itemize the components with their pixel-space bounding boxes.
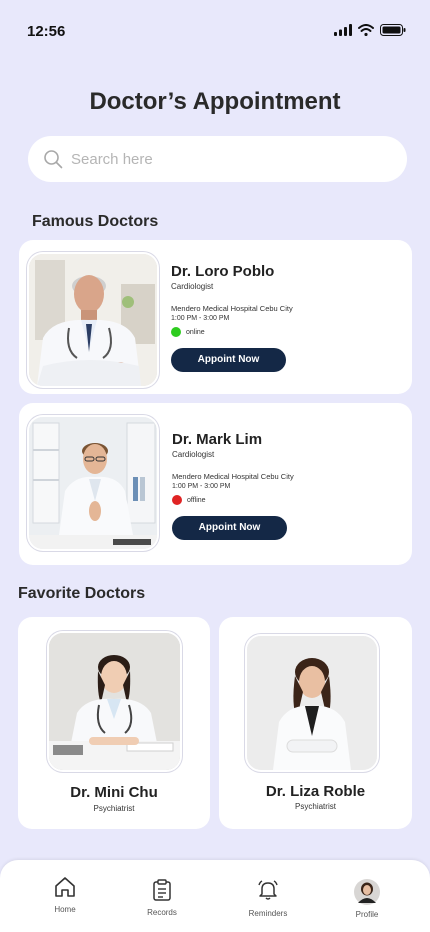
status-icons xyxy=(334,24,406,36)
doctor-hours: 1:00 PM - 3:00 PM xyxy=(171,315,230,322)
signal-icon xyxy=(334,24,352,36)
doctor-hospital: Mendero Medical Hospital Cebu City xyxy=(172,472,294,481)
search-bar[interactable] xyxy=(28,136,407,182)
wifi-icon xyxy=(358,24,374,36)
appoint-now-button[interactable]: Appoint Now xyxy=(172,516,287,540)
tab-label: Profile xyxy=(355,910,379,919)
favorite-doctors-heading: Favorite Doctors xyxy=(18,585,146,602)
status-bar: 12:56 xyxy=(0,0,430,60)
status-indicator: offline xyxy=(172,495,206,505)
doctor-specialty: Psychiatrist xyxy=(93,804,135,813)
tab-label: Home xyxy=(54,905,76,914)
doctor-specialty: Cardiologist xyxy=(171,282,214,291)
doctor-photo xyxy=(29,417,157,549)
doctor-specialty: Psychiatrist xyxy=(295,802,336,811)
tab-reminders[interactable]: Reminders xyxy=(228,860,308,932)
doctor-name: Dr. Loro Poblo xyxy=(171,263,275,280)
tab-records[interactable]: Records xyxy=(122,860,202,932)
doctor-specialty: Cardiologist xyxy=(172,450,215,459)
doctor-name: Dr. Liza Roble xyxy=(265,783,366,800)
doctor-photo xyxy=(247,636,377,770)
doctor-card[interactable]: Dr. Loro Poblo Cardiologist Mendero Medi… xyxy=(19,240,412,394)
offline-dot-icon xyxy=(172,495,182,505)
doctor-name: Dr. Mark Lim xyxy=(172,431,263,448)
page-title: Doctor’s Appointment xyxy=(89,88,341,115)
famous-doctors-heading: Famous Doctors xyxy=(32,213,159,230)
favorite-doctor-card[interactable]: Dr. Mini Chu Psychiatrist xyxy=(18,617,210,829)
status-text: online xyxy=(186,328,205,336)
avatar xyxy=(354,879,380,905)
tab-profile[interactable]: Profile xyxy=(327,860,407,932)
home-icon xyxy=(55,877,75,897)
doctor-hours: 1:00 PM - 3:00 PM xyxy=(172,483,231,490)
appoint-now-button[interactable]: Appoint Now xyxy=(171,348,286,372)
tab-label: Records xyxy=(147,908,177,917)
search-input[interactable] xyxy=(71,150,371,168)
status-indicator: online xyxy=(171,327,205,337)
doctor-photo xyxy=(29,254,157,386)
status-text: offline xyxy=(187,496,206,504)
doctor-name: Dr. Mini Chu xyxy=(70,784,158,801)
doctor-photo xyxy=(49,633,180,770)
status-time: 12:56 xyxy=(27,23,66,40)
battery-icon xyxy=(380,24,406,36)
favorite-doctor-card[interactable]: Dr. Liza Roble Psychiatrist xyxy=(219,617,412,829)
tab-home[interactable]: Home xyxy=(25,860,105,932)
tab-bar: Home Records Reminders Profile xyxy=(0,860,430,932)
doctor-hospital: Mendero Medical Hospital Cebu City xyxy=(171,304,293,313)
bell-icon xyxy=(258,880,278,900)
records-icon xyxy=(153,879,171,901)
tab-label: Reminders xyxy=(248,909,288,918)
search-icon xyxy=(44,150,63,169)
online-dot-icon xyxy=(171,327,181,337)
doctor-card[interactable]: Dr. Mark Lim Cardiologist Mendero Medica… xyxy=(19,403,412,565)
